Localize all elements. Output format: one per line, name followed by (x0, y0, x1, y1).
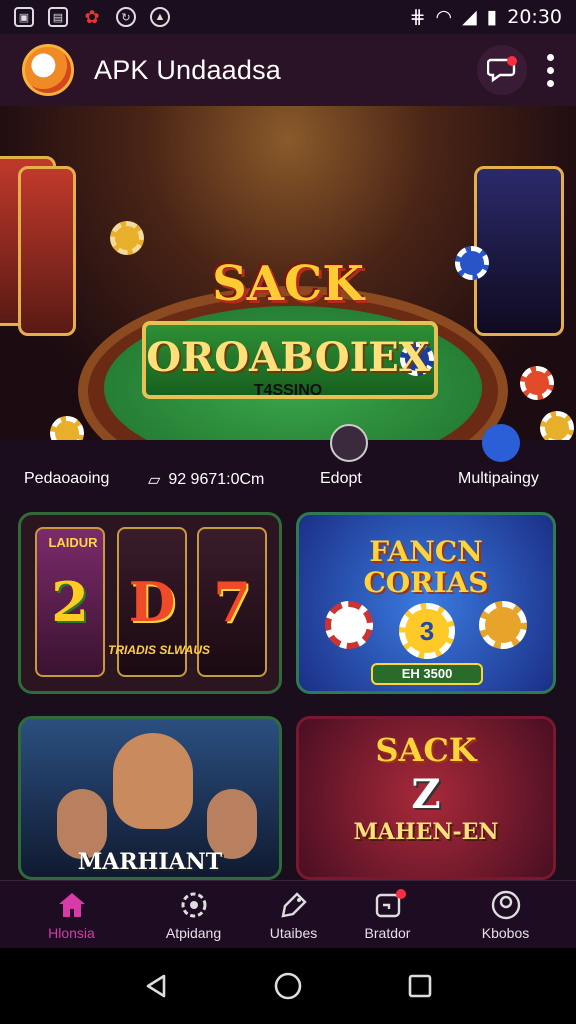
chip-icon (540, 411, 574, 440)
nav-item-home[interactable]: Hlonsia (14, 881, 129, 949)
card-number: Z (411, 771, 441, 818)
game-card-marhiant[interactable]: MARHIANT (18, 716, 282, 880)
card-subtitle: MAHEN-EN (353, 819, 499, 845)
nav-item-label: Atpidang (165, 925, 222, 941)
more-menu-icon[interactable] (547, 53, 554, 87)
nav-item-kbobos[interactable]: Kbobos (448, 881, 563, 949)
system-navigation-bar (0, 948, 576, 1024)
quick-item-stats-label: 92 9671:0Cm (168, 471, 265, 488)
recents-icon[interactable] (406, 972, 434, 1000)
notification-badge (395, 889, 406, 899)
inbox-icon (372, 889, 406, 921)
bottom-navigation: Hlonsia Atpidang Utaibes Bratdor Kbobos (0, 880, 576, 948)
chip-badge: 3 (399, 603, 455, 659)
quick-item-edopt[interactable]: Edopt (320, 470, 362, 488)
signal-icon: ◢ (462, 6, 477, 28)
gallery-notification-icon: ▣ (14, 7, 34, 27)
nav-item-label: Hlonsia (48, 925, 95, 941)
chat-badge (507, 56, 517, 66)
nav-item-label: Kbobos (481, 925, 530, 941)
game-card-slots[interactable]: 2 D 7 LAIDUR TRIADIS SLWAUS (18, 512, 282, 694)
quick-item-pedaoaoing[interactable]: Pedaoaoing (24, 470, 109, 488)
game-card-sack[interactable]: SACK Z MAHEN-EN (296, 716, 556, 880)
game-card-chips[interactable]: FANCN CORIAS 3 EH 3500 (296, 512, 556, 694)
reel-sub-label: TRIADIS SLWAUS (107, 643, 210, 657)
reel-symbol: 2 (51, 570, 89, 634)
app-logo (22, 44, 74, 96)
game-notification-icon: ✿ (84, 6, 100, 27)
chip-icon (479, 601, 527, 649)
clock: 20:30 (507, 6, 562, 28)
hero-banner[interactable]: SACK OROABOIEX T4SSINO (0, 106, 576, 440)
card-title: MARHIANT (77, 849, 223, 875)
chat-button[interactable] (477, 45, 527, 95)
home-circle-icon[interactable] (273, 971, 303, 1001)
multiplayer-chat-icon (482, 424, 520, 462)
reel-symbol: D (128, 570, 176, 634)
tag-icon (278, 889, 310, 921)
reel-symbol: 7 (213, 570, 251, 634)
hero-table-label: T4SSINO (253, 382, 323, 399)
card-title: SACK (375, 731, 477, 769)
nav-item-atpidang[interactable]: Atpidang (136, 881, 251, 949)
character-portrait (113, 733, 193, 829)
quick-item-multipaingy[interactable]: Multipaingy (458, 470, 539, 488)
profile-icon (490, 889, 522, 921)
nav-item-label: Bratdor (364, 925, 411, 941)
nav-notification-icon: ▲ (150, 7, 170, 27)
back-icon[interactable] (142, 972, 170, 1000)
status-bar: ▣ ▤ ✿ ↻ ▲ ⋕ ◠ ◢ ▮ 20:30 (0, 0, 576, 34)
home-icon (56, 889, 88, 921)
hero-title-line1: SACK (212, 256, 364, 312)
app-bar: APK Undaadsa (0, 34, 576, 106)
quick-item-stats[interactable]: ▱ 92 9671:0Cm (148, 470, 264, 490)
wifi-icon: ◠ (435, 6, 453, 28)
chip-icon (325, 601, 373, 649)
price-tag: EH 3500 (371, 663, 483, 685)
gear-icon (178, 889, 210, 921)
quick-actions-row: Pedaoaoing ▱ 92 9671:0Cm Edopt Multipain… (0, 424, 576, 504)
edopt-icon (330, 424, 368, 462)
battery-icon: ▮ (486, 6, 498, 28)
app-title: APK Undaadsa (94, 54, 282, 85)
nav-item-bratdor[interactable]: Bratdor (330, 881, 445, 949)
app-notification-icon: ▤ (48, 7, 68, 27)
hero-title-line2: OROABOIEX (146, 334, 430, 381)
card-title: FANCN CORIAS (363, 535, 489, 599)
chip-icon (50, 416, 84, 440)
reel-label: LAIDUR (48, 535, 98, 550)
chip-badge-value: 3 (419, 615, 435, 646)
chip-icon (110, 221, 144, 255)
sync-notification-icon: ↻ (116, 7, 136, 27)
vibrate-icon: ⋕ (409, 6, 426, 28)
image-icon: ▱ (148, 472, 161, 489)
